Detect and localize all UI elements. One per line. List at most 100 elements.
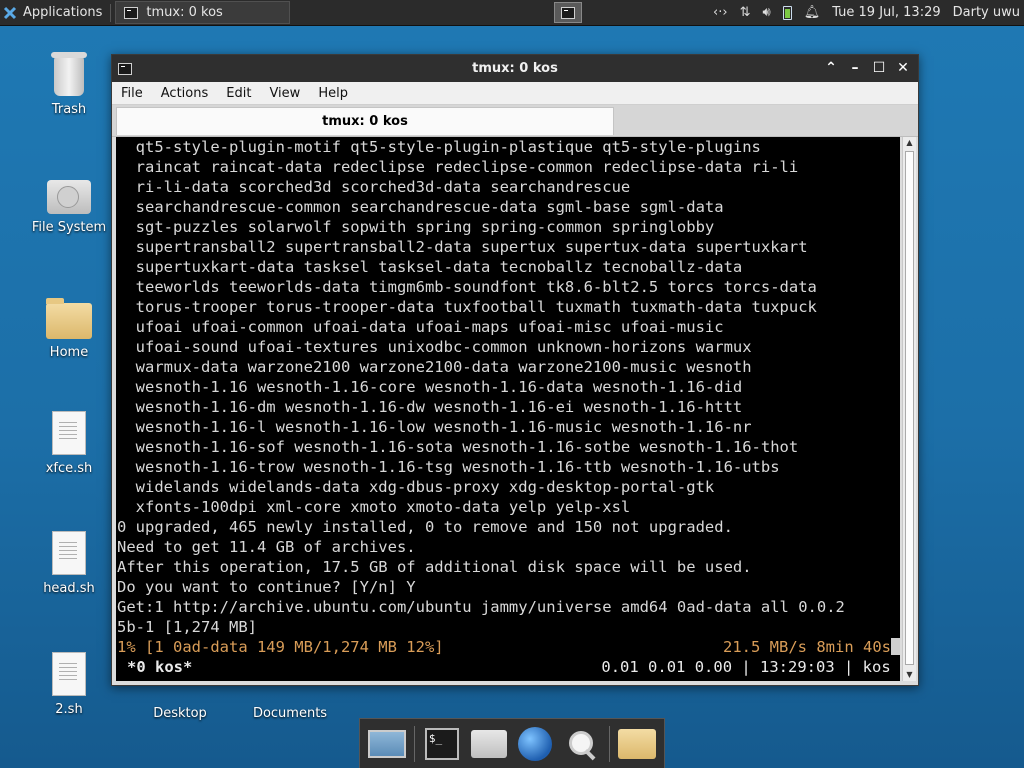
dock-separator bbox=[414, 725, 416, 762]
terminal-window: tmux: 0 kos ⌃ – ☐ ✕ File Actions Edit Vi… bbox=[111, 54, 919, 686]
terminal-line: torus-trooper torus-trooper-data tuxfoot… bbox=[117, 298, 817, 316]
volume-icon[interactable]: 🔊︎ bbox=[762, 5, 770, 20]
terminal-line: ri-li-data scorched3d scorched3d-data se… bbox=[117, 178, 631, 196]
drive-icon bbox=[21, 180, 117, 214]
home-folder-icon bbox=[470, 729, 507, 758]
workspace-switcher[interactable] bbox=[554, 2, 582, 23]
tab-tmux[interactable]: tmux: 0 kos bbox=[116, 107, 614, 135]
locked-script-file-icon bbox=[21, 652, 117, 696]
desktop-icon-label: Trash bbox=[51, 102, 87, 117]
terminal-icon: $_ bbox=[424, 727, 459, 760]
menu-bar: File Actions Edit View Help bbox=[112, 82, 918, 105]
terminal-cursor bbox=[891, 638, 900, 655]
desktop-icon-home[interactable]: Home bbox=[21, 298, 117, 360]
tab-bar: tmux: 0 kos bbox=[112, 105, 918, 137]
dock-web-browser-button[interactable] bbox=[515, 724, 555, 764]
desktop-icon-label: Documents bbox=[252, 706, 328, 721]
minimize-button[interactable]: – bbox=[846, 58, 864, 78]
trash-icon bbox=[21, 52, 117, 96]
globe-icon bbox=[518, 726, 553, 761]
apt-progress-left: 1% [1 0ad-data 149 MB/1,274 MB 12%] bbox=[117, 638, 444, 656]
terminal-line: 5b-1 [1,274 MB] bbox=[117, 618, 257, 636]
network-arrows-icon[interactable]: ‹·› bbox=[713, 5, 728, 20]
menu-edit[interactable]: Edit bbox=[217, 86, 260, 101]
desktop-icon-label: Desktop bbox=[153, 706, 207, 721]
desktop-icon-label: File System bbox=[31, 220, 107, 235]
terminal-line: wesnoth-1.16-l wesnoth-1.16-low wesnoth-… bbox=[117, 418, 752, 436]
desktop-icon-trash[interactable]: Trash bbox=[21, 52, 117, 117]
terminal-line: wesnoth-1.16-trow wesnoth-1.16-tsg wesno… bbox=[117, 458, 780, 476]
terminal-line: supertransball2 supertransball2-data sup… bbox=[117, 238, 808, 256]
taskbar-item-tmux[interactable]: tmux: 0 kos bbox=[115, 1, 291, 24]
terminal-line: wesnoth-1.16-dm wesnoth-1.16-dw wesnoth-… bbox=[117, 398, 743, 416]
maximize-button[interactable]: ☐ bbox=[870, 58, 888, 78]
terminal-line: teeworlds teeworlds-data timgm6mb-soundf… bbox=[117, 278, 817, 296]
terminal-text: qt5-style-plugin-motif qt5-style-plugin-… bbox=[116, 137, 900, 677]
scrollbar-thumb[interactable] bbox=[905, 151, 914, 665]
window-controls: ⌃ – ☐ ✕ bbox=[822, 58, 912, 78]
terminal-line: After this operation, 17.5 GB of additio… bbox=[117, 558, 752, 576]
desktop-icon-label: xfce.sh bbox=[45, 461, 93, 476]
dock-file-manager-button[interactable] bbox=[469, 724, 509, 764]
folder-icon bbox=[617, 728, 656, 759]
desktop-icon-desktop[interactable]: Desktop bbox=[132, 686, 228, 721]
terminal-icon bbox=[561, 6, 575, 19]
terminal-scrollbar[interactable]: ▲ ▼ bbox=[902, 137, 916, 681]
desktop-icon-documents[interactable]: Documents bbox=[242, 686, 338, 721]
apt-progress-line: 1% [1 0ad-data 149 MB/1,274 MB 12%] 21.5 … bbox=[117, 637, 900, 657]
terminal-icon bbox=[124, 6, 139, 19]
window-titlebar[interactable]: tmux: 0 kos ⌃ – ☐ ✕ bbox=[112, 55, 918, 82]
menu-help[interactable]: Help bbox=[309, 86, 357, 101]
user-menu[interactable]: Darty uwu bbox=[953, 5, 1020, 20]
tmux-window-name[interactable]: *0 kos* bbox=[117, 657, 192, 677]
clock[interactable]: Tue 19 Jul, 13:29 bbox=[832, 5, 940, 20]
show-desktop-icon bbox=[368, 729, 407, 758]
terminal-icon bbox=[118, 62, 132, 75]
desktop-icon-head-sh[interactable]: head.sh bbox=[21, 531, 117, 596]
menu-file[interactable]: File bbox=[112, 86, 152, 101]
terminal-line: wesnoth-1.16 wesnoth-1.16-core wesnoth-1… bbox=[117, 378, 743, 396]
terminal-line: xfonts-100dpi xml-core xmoto xmoto-data … bbox=[117, 498, 631, 516]
dock-app-finder-button[interactable] bbox=[562, 724, 602, 764]
desktop-icon-2-sh[interactable]: 2.sh bbox=[21, 652, 117, 717]
terminal-line: raincat raincat-data redeclipse redeclip… bbox=[117, 158, 799, 176]
taskbar-item-label: tmux: 0 kos bbox=[146, 5, 223, 20]
terminal-line: Need to get 11.4 GB of archives. bbox=[117, 538, 416, 556]
desktop-icon-label: head.sh bbox=[43, 581, 95, 596]
minimize-chevron-icon[interactable]: ⌃ bbox=[822, 58, 840, 78]
terminal-line: ufoai ufoai-common ufoai-data ufoai-maps… bbox=[117, 318, 724, 336]
desktop-icon-file-system[interactable]: File System bbox=[21, 180, 117, 235]
network-transfer-icon[interactable]: ⇅ bbox=[740, 5, 751, 20]
desktop-icon-xfce-sh[interactable]: xfce.sh bbox=[21, 411, 117, 476]
menu-actions[interactable]: Actions bbox=[152, 86, 218, 101]
menu-view[interactable]: View bbox=[260, 86, 309, 101]
terminal-line: 0 upgraded, 465 newly installed, 0 to re… bbox=[117, 518, 733, 536]
terminal-line: sgt-puzzles solarwolf sopwith spring spr… bbox=[117, 218, 715, 236]
script-file-icon bbox=[21, 531, 117, 575]
close-button[interactable]: ✕ bbox=[894, 58, 912, 78]
desktop-icon-label: 2.sh bbox=[55, 702, 83, 717]
desktop-icon-label: Home bbox=[49, 345, 89, 360]
tmux-status-right: 0.01 0.01 0.00 | 13:29:03 | kos bbox=[601, 658, 900, 676]
system-tray: ‹·› ⇅ 🔊︎ 🔔︎ Tue 19 Jul, 13:29 Darty uwu bbox=[713, 0, 1024, 25]
xfce-logo-icon bbox=[3, 6, 17, 19]
terminal-output[interactable]: qt5-style-plugin-motif qt5-style-plugin-… bbox=[116, 137, 900, 681]
applications-menu-button[interactable]: Applications bbox=[0, 0, 108, 25]
terminal-line: Get:1 http://archive.ubuntu.com/ubuntu j… bbox=[117, 598, 845, 616]
dock-terminal-button[interactable]: $_ bbox=[422, 724, 462, 764]
terminal-line: widelands widelands-data xdg-dbus-proxy … bbox=[117, 478, 715, 496]
home-folder-icon bbox=[21, 298, 117, 339]
notification-bell-icon[interactable]: 🔔︎ bbox=[804, 5, 821, 20]
bottom-dock: $_ bbox=[359, 718, 665, 768]
terminal-line: ufoai-sound ufoai-textures unixodbc-comm… bbox=[117, 338, 752, 356]
battery-icon[interactable] bbox=[782, 5, 792, 20]
terminal-line: qt5-style-plugin-motif qt5-style-plugin-… bbox=[117, 138, 761, 156]
scroll-up-arrow-icon[interactable]: ▲ bbox=[903, 137, 916, 149]
dock-folder-button[interactable] bbox=[617, 724, 657, 764]
dock-separator bbox=[608, 725, 610, 762]
terminal-line: warmux-data warzone2100 warzone2100-data… bbox=[117, 358, 752, 376]
panel-separator bbox=[110, 3, 112, 22]
dock-show-desktop-button[interactable] bbox=[367, 724, 407, 764]
scroll-down-arrow-icon[interactable]: ▼ bbox=[903, 669, 916, 681]
top-panel: Applications tmux: 0 kos ‹·› ⇅ 🔊︎ 🔔︎ Tue… bbox=[0, 0, 1024, 26]
